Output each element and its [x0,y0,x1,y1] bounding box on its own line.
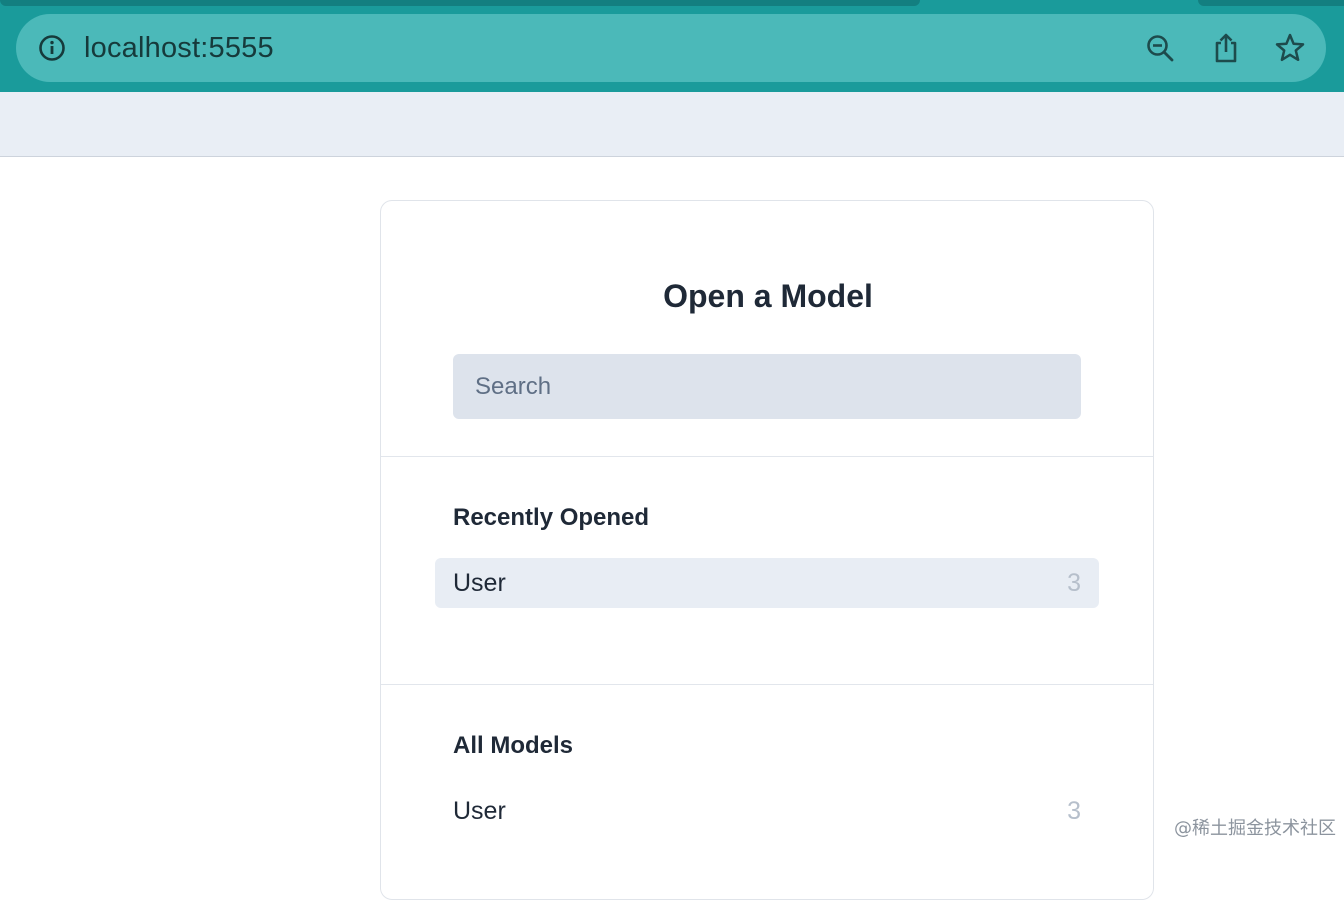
star-icon[interactable] [1272,30,1308,66]
model-name: User [453,796,506,826]
zoom-out-icon[interactable] [1142,30,1178,66]
all-models-heading: All Models [453,731,573,761]
model-count: 3 [1067,568,1081,598]
divider [381,684,1153,685]
open-model-card: Open a Model Recently Opened User 3 All … [380,200,1154,900]
search-input[interactable] [453,354,1081,419]
model-name: User [453,568,506,598]
address-bar[interactable]: localhost:5555 [16,14,1326,82]
model-item-user[interactable]: User 3 [435,786,1099,836]
url-text[interactable]: localhost:5555 [84,31,274,65]
active-tab-edge[interactable] [0,0,920,6]
recently-opened-heading: Recently Opened [453,503,649,533]
recent-model-item-user[interactable]: User 3 [435,558,1099,608]
browser-chrome: localhost:5555 [0,0,1344,92]
neighbor-tab-edge[interactable] [1198,0,1344,6]
app-header [0,92,1344,157]
model-count: 3 [1067,796,1081,826]
share-icon[interactable] [1208,30,1244,66]
page-title: Open a Model [381,277,1155,315]
watermark: @稀土掘金技术社区 [1174,818,1336,840]
info-icon[interactable] [38,34,66,62]
divider [381,456,1153,457]
